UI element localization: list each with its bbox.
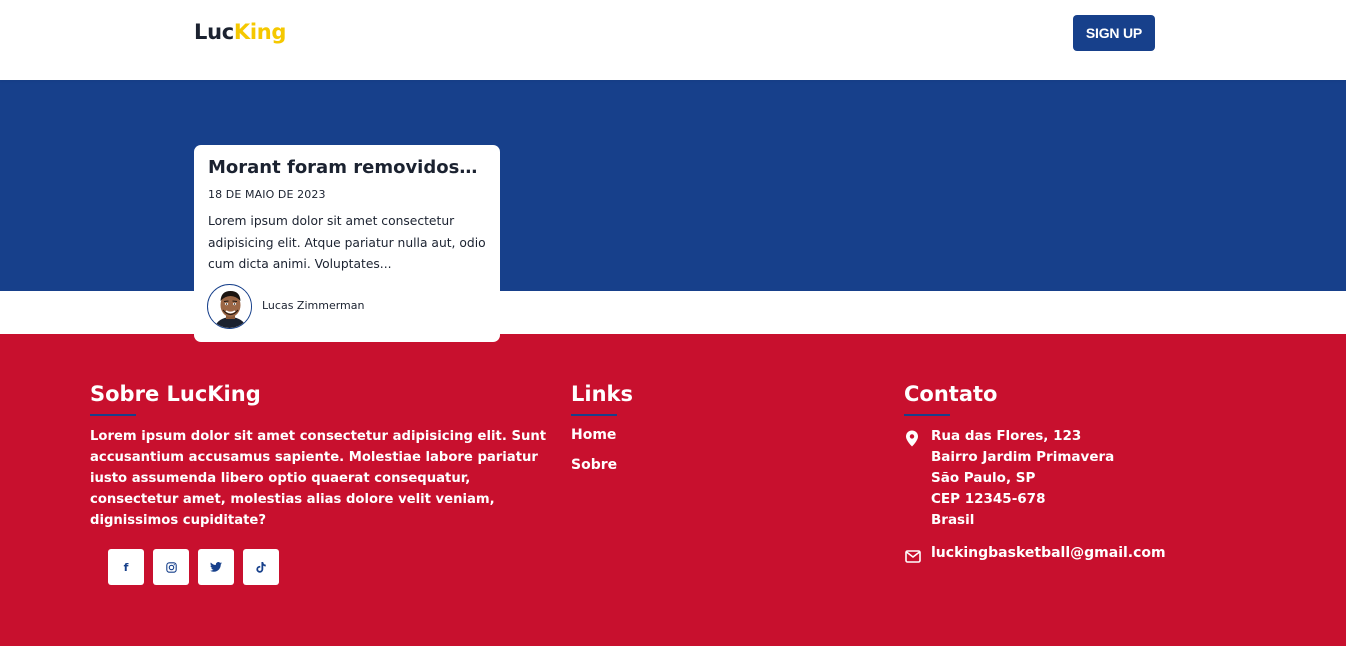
address-line: Brasil [931, 512, 975, 528]
address-line: CEP 12345-678 [931, 491, 1046, 507]
news-section: Morant foram removidos do time 18 DE MAI… [0, 80, 1346, 342]
twitter-icon[interactable] [198, 549, 234, 585]
signup-button[interactable]: SIGN UP [1073, 15, 1155, 51]
about-heading-underline [90, 414, 136, 416]
logo[interactable]: LucKing [194, 20, 286, 44]
location-pin-icon [906, 430, 918, 447]
address-line: São Paulo, SP [931, 470, 1036, 486]
facebook-icon[interactable]: f [108, 549, 144, 585]
facebook-glyph: f [123, 560, 129, 574]
post-title[interactable]: Morant foram removidos do time [208, 157, 483, 178]
tiktok-glyph [256, 561, 266, 573]
logo-text-luc: Luc [194, 20, 234, 44]
post-card[interactable]: Morant foram removidos do time 18 DE MAI… [194, 145, 500, 342]
instagram-icon[interactable] [153, 549, 189, 585]
avatar-icon [208, 285, 251, 328]
contact-address: Rua das Flores, 123 Bairro Jardim Primav… [931, 426, 1114, 531]
mail-icon [905, 550, 921, 563]
tiktok-icon[interactable] [243, 549, 279, 585]
links-heading: Links [571, 382, 633, 406]
footer-link-home[interactable]: Home [571, 427, 616, 443]
address-line: Bairro Jardim Primavera [931, 449, 1115, 465]
contact-heading-underline [904, 414, 950, 416]
address-line: Rua das Flores, 123 [931, 428, 1082, 444]
twitter-glyph [210, 562, 222, 572]
contact-email-link[interactable]: luckingbasketball@gmail.com [931, 545, 1166, 561]
post-excerpt: Lorem ipsum dolor sit amet consectetur a… [208, 214, 486, 271]
links-heading-underline [571, 414, 617, 416]
instagram-glyph [165, 561, 177, 573]
contact-heading: Contato [904, 382, 998, 406]
about-text: Lorem ipsum dolor sit amet consectetur a… [90, 429, 547, 528]
about-heading: Sobre LucKing [90, 382, 261, 406]
post-date: 18 DE MAIO DE 2023 [208, 188, 326, 201]
author-name: Lucas Zimmerman [262, 299, 365, 312]
footer-link-sobre[interactable]: Sobre [571, 457, 617, 473]
author-avatar [207, 284, 252, 329]
footer: Sobre LucKing Lorem ipsum dolor sit amet… [0, 334, 1346, 646]
logo-text-king: King [233, 20, 287, 44]
top-navbar: LucKing SIGN UP [0, 0, 1346, 80]
